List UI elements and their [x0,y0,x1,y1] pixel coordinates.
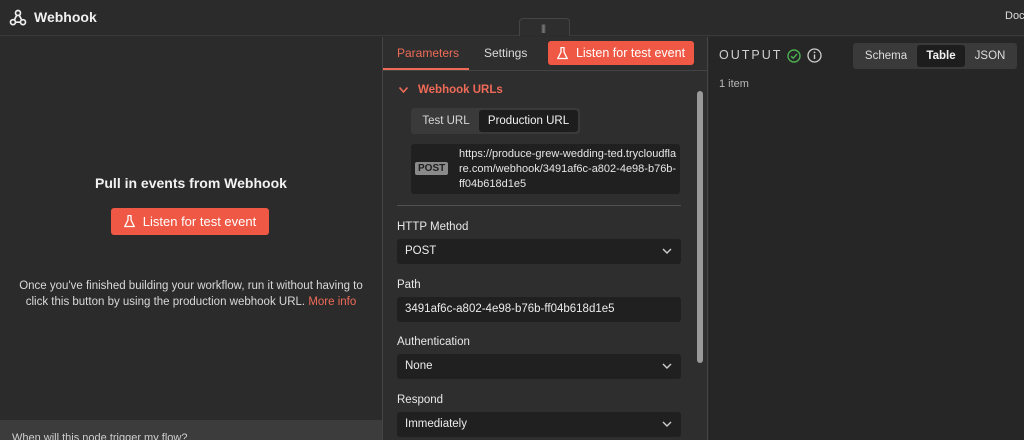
param-tabs: Parameters Settings Listen for test even… [383,37,707,71]
path-label: Path [397,279,421,291]
more-info-link[interactable]: More info [308,296,356,308]
input-panel: Pull in events from Webhook Listen for t… [0,37,382,440]
webhook-url: https://produce-grew-wedding-ted.tryclou… [459,148,677,190]
http-method-select[interactable]: POST [397,239,681,264]
http-method-value: POST [405,245,437,257]
grip-icon: ||| [541,23,546,33]
output-panel: OUTPUT Schema Table JSON 1 item [709,37,1024,440]
output-view-toggle: Schema Table JSON [853,43,1017,69]
authentication-label: Authentication [397,336,470,348]
item-count: 1 item [719,78,749,90]
webhook-icon [9,9,27,26]
trigger-help-text: When will this node trigger my flow? [12,432,188,440]
tab-settings[interactable]: Settings [484,46,527,60]
info-icon[interactable] [807,48,822,63]
parameters-panel: Parameters Settings Listen for test even… [382,37,708,440]
flask-icon [123,215,135,228]
chevron-down-icon [662,363,672,369]
webhook-urls-toggle[interactable]: Webhook URLs [399,84,503,96]
top-bar: Webhook Doc [0,0,1024,36]
url-type-toggle: Test URL Production URL [411,108,580,134]
production-url-option[interactable]: Production URL [479,110,578,132]
view-schema-option[interactable]: Schema [855,45,917,67]
chevron-down-icon [662,421,672,427]
test-url-option[interactable]: Test URL [413,110,479,132]
listen-button-label: Listen for test event [575,46,686,60]
webhook-url-box[interactable]: POST https://produce-grew-wedding-ted.tr… [411,144,680,194]
method-badge: POST [415,162,449,175]
view-table-option[interactable]: Table [917,45,965,67]
flask-icon [556,46,568,59]
divider [397,205,681,206]
panel-heading: Pull in events from Webhook [95,175,287,191]
respond-value: Immediately [405,418,467,430]
authentication-select[interactable]: None [397,354,681,379]
listen-test-event-button[interactable]: Listen for test event [111,208,269,235]
active-tab-indicator [383,68,469,70]
trigger-help-footer[interactable]: When will this node trigger my flow? [0,420,382,440]
listen-test-event-button-top[interactable]: Listen for test event [548,41,694,65]
scrollbar[interactable] [697,85,705,440]
authentication-value: None [405,360,433,372]
respond-label: Respond [397,394,444,406]
section-title: Webhook URLs [418,84,503,96]
chevron-down-icon [662,248,672,254]
tab-parameters[interactable]: Parameters [397,46,459,60]
scrollbar-thumb[interactable] [697,91,703,363]
docs-link[interactable]: Doc [1005,10,1024,22]
path-value: 3491af6c-a802-4e98-b76b-ff04b618d1e5 [405,303,615,315]
path-input[interactable]: 3491af6c-a802-4e98-b76b-ff04b618d1e5 [397,297,681,322]
view-json-option[interactable]: JSON [965,45,1015,67]
respond-select[interactable]: Immediately [397,412,681,437]
output-title: OUTPUT [719,48,783,62]
description-text: Once you've finished building your workf… [10,278,372,310]
check-circle-icon [787,49,801,63]
chevron-down-icon [399,87,408,93]
listen-button-label: Listen for test event [142,214,257,229]
http-method-label: HTTP Method [397,221,469,233]
node-title: Webhook [34,9,97,25]
panel-drag-handle[interactable]: ||| [519,18,570,36]
